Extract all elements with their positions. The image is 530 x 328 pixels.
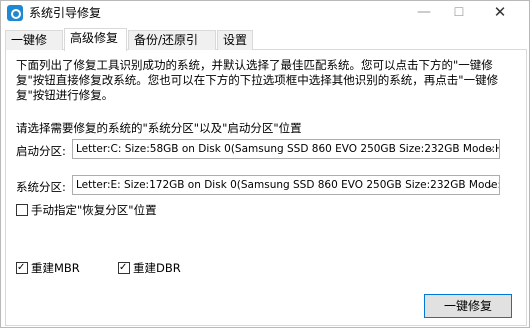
tab-backup-restore[interactable]: 备份/还原引导 [128,30,216,65]
tab-settings[interactable]: 设置 [217,30,253,50]
close-button[interactable]: ✕ [483,1,517,25]
tab-advanced-repair[interactable]: 高级修复 [64,28,127,51]
manual-recovery-label: 手动指定"恢复分区"位置 [31,203,157,217]
window-title: 系统引导修复 [29,6,102,20]
boot-partition-select[interactable]: Letter:C: Size:58GB on Disk 0(Samsung SS… [72,139,500,159]
rebuild-mbr-checkbox[interactable] [16,262,28,274]
manual-recovery-checkbox[interactable] [16,204,28,216]
app-window: 系统引导修复 — ☐ ✕ 一键修复 高级修复 备份/还原引导 设置 下面列出了修… [0,0,530,328]
rebuild-dbr-option[interactable]: 重建DBR [118,260,181,276]
boot-partition-value: Letter:C: Size:58GB on Disk 0(Samsung SS… [76,143,500,155]
system-partition-value: Letter:E: Size:172GB on Disk 0(Samsung S… [76,179,500,191]
rebuild-dbr-label: 重建DBR [133,261,181,275]
manual-recovery-option[interactable]: 手动指定"恢复分区"位置 [16,202,157,218]
app-logo-icon [7,5,23,21]
rebuild-dbr-checkbox[interactable] [118,262,130,274]
partition-prompt: 请选择需要修复的系统的"系统分区"以及"启动分区"位置 [16,121,302,135]
minimize-button[interactable]: — [407,1,441,25]
maximize-button[interactable]: ☐ [442,1,476,25]
title-bar: 系统引导修复 — ☐ ✕ [1,1,529,27]
description-text: 下面列出了修复工具识别成功的系统，并默认选择了最佳匹配系统。您可以点击下方的"一… [16,58,499,102]
system-partition-select[interactable]: Letter:E: Size:172GB on Disk 0(Samsung S… [72,175,500,195]
chevron-down-icon: ⌄ [486,143,495,154]
tab-bar: 一键修复 高级修复 备份/还原引导 设置 [5,28,527,65]
rebuild-mbr-label: 重建MBR [31,261,80,275]
rebuild-mbr-option[interactable]: 重建MBR [16,260,80,276]
advanced-repair-panel: 下面列出了修复工具识别成功的系统，并默认选择了最佳匹配系统。您可以点击下方的"一… [5,50,527,326]
boot-partition-label: 启动分区: [16,144,66,158]
system-partition-label: 系统分区: [16,180,66,194]
chevron-down-icon: ⌄ [486,179,495,190]
tab-one-click-repair[interactable]: 一键修复 [5,30,63,65]
one-click-repair-button[interactable]: 一键修复 [424,294,512,318]
